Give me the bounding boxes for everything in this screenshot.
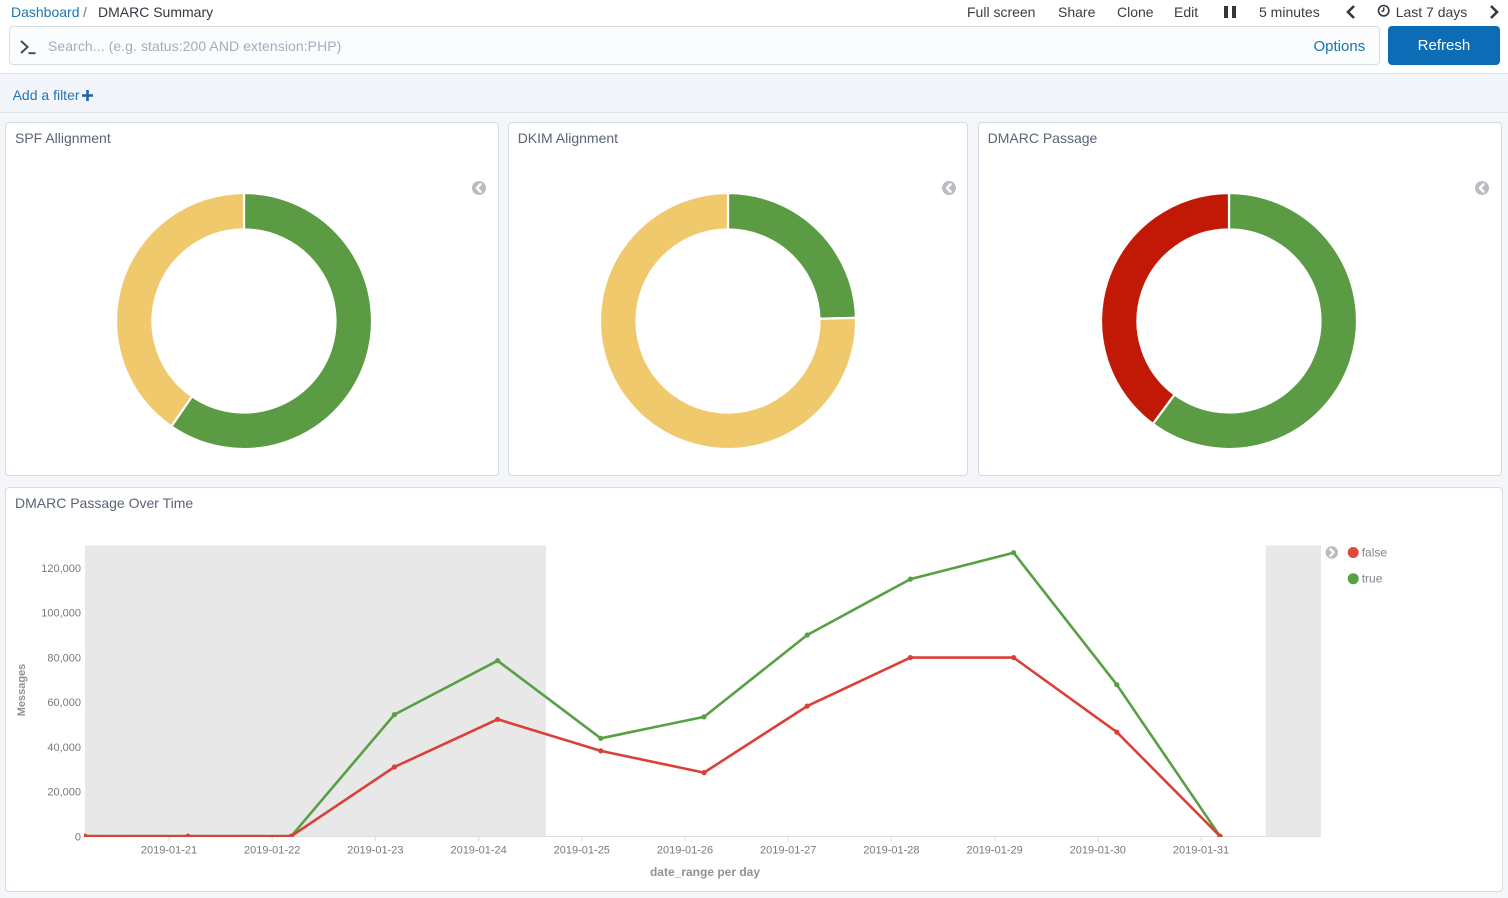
svg-text:20,000: 20,000 [47, 786, 81, 798]
svg-text:2019-01-29: 2019-01-29 [966, 844, 1022, 856]
svg-text:0: 0 [75, 831, 81, 843]
svg-text:date_range per day: date_range per day [650, 865, 760, 879]
svg-text:false: false [1362, 545, 1388, 559]
svg-text:80,000: 80,000 [47, 652, 81, 664]
svg-text:2019-01-31: 2019-01-31 [1173, 844, 1229, 856]
svg-text:100,000: 100,000 [41, 607, 81, 619]
svg-text:Messages: Messages [16, 663, 28, 716]
svg-text:2019-01-21: 2019-01-21 [141, 844, 197, 856]
svg-text:2019-01-27: 2019-01-27 [760, 844, 816, 856]
svg-text:40,000: 40,000 [47, 741, 81, 753]
svg-text:120,000: 120,000 [41, 562, 81, 574]
svg-text:2019-01-22: 2019-01-22 [244, 844, 300, 856]
svg-text:2019-01-24: 2019-01-24 [450, 844, 506, 856]
svg-text:2019-01-25: 2019-01-25 [554, 844, 610, 856]
svg-text:2019-01-30: 2019-01-30 [1070, 844, 1126, 856]
svg-text:2019-01-28: 2019-01-28 [863, 844, 919, 856]
svg-text:2019-01-26: 2019-01-26 [657, 844, 713, 856]
svg-text:60,000: 60,000 [47, 697, 81, 709]
svg-text:true: true [1362, 571, 1383, 585]
svg-text:2019-01-23: 2019-01-23 [347, 844, 403, 856]
